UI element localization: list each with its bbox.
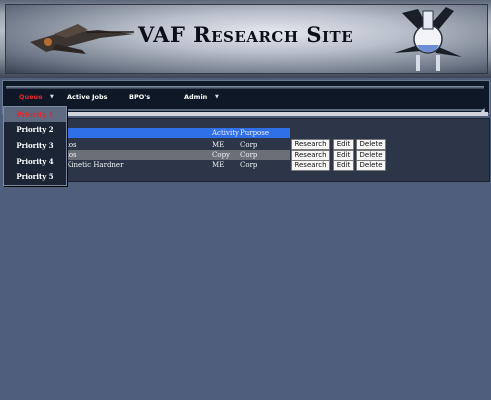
admin-chevron-down-icon[interactable]: ▼ bbox=[215, 94, 219, 100]
site-banner: VAF Research Site bbox=[0, 0, 491, 78]
queue-chevron-down-icon[interactable]: ▼ bbox=[50, 94, 54, 100]
row-2-purpose: Corp bbox=[240, 151, 258, 159]
row-1-delete-button[interactable]: Delete bbox=[356, 139, 386, 150]
dropdown-item-priority-4[interactable]: Priority 4 bbox=[4, 154, 66, 169]
queue-dropdown-menu: Priority 1 Priority 2 Priority 3 Priorit… bbox=[3, 106, 67, 186]
row-3-activity: ME bbox=[212, 161, 225, 169]
dropdown-item-priority-5[interactable]: Priority 5 bbox=[4, 169, 66, 184]
row-1-research-button[interactable]: Research bbox=[291, 139, 330, 150]
menu-bar-groove bbox=[6, 86, 484, 89]
spaceship-image bbox=[30, 24, 134, 54]
row-3-item: Kinetic Hardner bbox=[66, 161, 124, 169]
menu-bar-lower-groove bbox=[6, 109, 484, 111]
banner-title: VAF Research Site bbox=[138, 22, 354, 47]
column-header-activity: Activity bbox=[212, 129, 239, 137]
dropdown-item-priority-1[interactable]: Priority 1 bbox=[4, 107, 66, 122]
nav-bpos[interactable]: BPO's bbox=[129, 93, 150, 101]
menu-strip bbox=[3, 112, 488, 116]
row-2-item: tos bbox=[66, 151, 77, 159]
row-3-research-button[interactable]: Research bbox=[291, 160, 330, 171]
row-2-activity: Copy bbox=[212, 151, 231, 159]
dropdown-item-priority-2[interactable]: Priority 2 bbox=[4, 122, 66, 137]
scroll-right-arrow-icon[interactable]: ◢ bbox=[480, 107, 485, 114]
nav-admin[interactable]: Admin bbox=[184, 93, 207, 101]
row-3-purpose: Corp bbox=[240, 161, 258, 169]
nav-queue[interactable]: Queue bbox=[19, 93, 43, 101]
row-1-purpose: Corp bbox=[240, 141, 258, 149]
row-1-activity: ME bbox=[212, 141, 225, 149]
row-3-delete-button[interactable]: Delete bbox=[356, 160, 386, 171]
row-1-edit-button[interactable]: Edit bbox=[333, 139, 354, 150]
column-header-purpose: Purpose bbox=[240, 129, 269, 137]
row-1-item: tos bbox=[66, 141, 77, 149]
dropdown-item-priority-3[interactable]: Priority 3 bbox=[4, 138, 66, 153]
nav-active-jobs[interactable]: Active Jobs bbox=[67, 93, 108, 101]
flask-logo-image bbox=[394, 7, 462, 71]
row-3-edit-button[interactable]: Edit bbox=[333, 160, 354, 171]
